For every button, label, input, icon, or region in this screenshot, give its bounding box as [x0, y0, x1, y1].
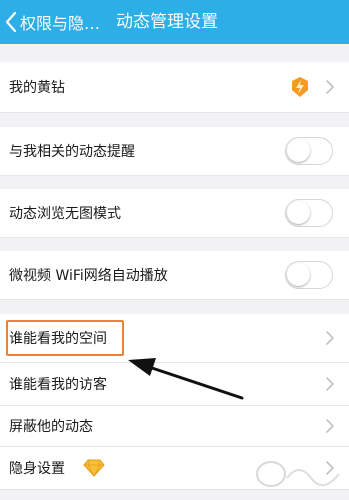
row-label: 微视频 WiFi网络自动播放: [9, 268, 168, 284]
row-related-notifications: 与我相关的动态提醒: [0, 127, 349, 176]
row-video-autoplay: 微视频 WiFi网络自动播放: [0, 251, 349, 300]
row-label: 动态浏览无图模式: [9, 206, 121, 222]
row-label: 隐身设置: [9, 461, 65, 477]
row-label: 与我相关的动态提醒: [9, 144, 135, 160]
chevron-right-icon: [326, 377, 334, 391]
row-who-can-see-visitors[interactable]: 谁能看我的访客: [0, 363, 349, 406]
header-bar: 权限与隐… 动态管理设置: [0, 0, 349, 44]
page-title: 动态管理设置: [116, 12, 218, 32]
toggle-knob: [287, 139, 310, 162]
video-autoplay-toggle[interactable]: [285, 261, 333, 289]
row-label: 屏蔽他的动态: [9, 419, 93, 435]
chevron-right-icon: [326, 331, 334, 345]
chevron-right-icon: [326, 80, 334, 94]
row-invisible-settings[interactable]: 隐身设置: [0, 447, 349, 490]
row-who-can-see-space[interactable]: 谁能看我的空间: [0, 314, 349, 363]
back-button[interactable]: 权限与隐…: [0, 0, 110, 44]
row-label: 谁能看我的访客: [9, 377, 107, 393]
toggle-knob: [287, 263, 310, 286]
related-notifications-toggle[interactable]: [285, 137, 333, 165]
diamond-icon: [83, 459, 105, 477]
toggle-knob: [287, 201, 310, 224]
chevron-left-icon: [5, 11, 17, 33]
row-no-image-mode: 动态浏览无图模式: [0, 189, 349, 238]
row-block-feed[interactable]: 屏蔽他的动态: [0, 406, 349, 447]
row-yellow-diamond[interactable]: 我的黄钻: [0, 62, 349, 113]
row-label: 谁能看我的空间: [9, 331, 107, 347]
no-image-mode-toggle[interactable]: [285, 199, 333, 227]
chevron-right-icon: [326, 419, 334, 433]
back-label: 权限与隐…: [20, 14, 101, 33]
yellow-diamond-lightning-icon: [292, 77, 308, 97]
row-label: 我的黄钻: [9, 80, 65, 96]
chevron-right-icon: [326, 461, 334, 475]
